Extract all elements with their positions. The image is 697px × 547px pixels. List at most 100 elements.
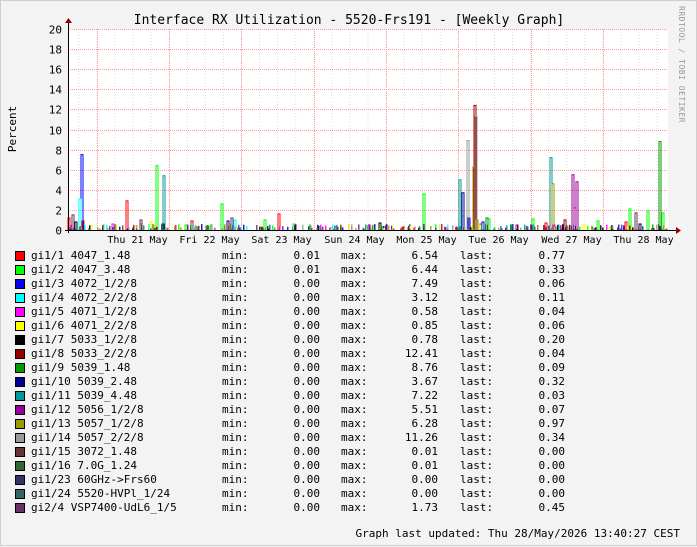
legend-series-name: gi1/13 5057_1/2/8 xyxy=(31,417,144,430)
series-noise xyxy=(128,226,130,230)
legend-row: gi1/5 4071_1/2/8 min: 0.00 max: 0.58 last: 0.0… xyxy=(15,305,575,319)
series-noise xyxy=(627,225,629,230)
legend-row: gi1/12 5056_1/2/8 min: 0.00 max: 5.51 last: 0.… xyxy=(15,403,575,417)
series-noise xyxy=(441,224,443,230)
legend-max-label: max: xyxy=(341,249,368,262)
series-noise xyxy=(569,228,571,230)
series-noise xyxy=(107,227,109,230)
series-noise xyxy=(81,226,83,230)
legend-min-value: 0.00 xyxy=(293,459,321,472)
series-noise xyxy=(214,227,216,230)
series-noise xyxy=(180,227,182,230)
series-noise xyxy=(560,225,562,230)
series-noise xyxy=(79,226,81,230)
series-noise xyxy=(156,226,158,230)
series-noise xyxy=(617,227,619,230)
series-noise xyxy=(606,224,608,230)
series-noise xyxy=(608,226,610,230)
y-tick-label: 2 xyxy=(55,205,62,218)
legend-last-value: 0.06 xyxy=(538,319,566,332)
legend-row: gi1/10 5039_2.48 min: 0.00 max: 3.67 last: 0.3… xyxy=(15,375,575,389)
legend-min-value: 0.00 xyxy=(293,361,321,374)
x-tick-label: Mon 25 May xyxy=(396,235,456,246)
legend-series-name: gi1/15 3072_1.48 xyxy=(31,445,137,458)
series-noise xyxy=(493,228,495,230)
y-axis-arrow xyxy=(65,18,72,23)
legend-swatch xyxy=(15,251,25,261)
legend-min-label: min: xyxy=(222,277,249,290)
legend-max-value: 3.12 xyxy=(411,291,439,304)
legend-swatch xyxy=(15,321,25,331)
legend-max-label: max: xyxy=(341,263,368,276)
legend-last-value: 0.00 xyxy=(538,473,566,486)
legend-series-name: gi1/8 5033_2/2/8 xyxy=(31,347,137,360)
x-tick-label: Sun 24 May xyxy=(324,235,384,246)
y-tick-label: 0 xyxy=(55,225,62,238)
legend-swatch xyxy=(15,391,25,401)
series-noise xyxy=(526,225,528,230)
series-noise xyxy=(267,225,269,230)
series-noise xyxy=(479,224,481,230)
legend-last-value: 0.20 xyxy=(538,333,566,346)
series-noise xyxy=(386,228,388,230)
series-noise xyxy=(272,225,274,230)
legend-min-value: 0.00 xyxy=(293,389,321,402)
legend-min-value: 0.01 xyxy=(293,249,321,262)
legend-series-name: gi1/5 4071_1/2/8 xyxy=(31,305,137,318)
series-noise xyxy=(365,224,367,230)
series-noise xyxy=(165,227,167,230)
legend-max-value: 8.76 xyxy=(411,361,439,374)
series-noise xyxy=(102,225,104,230)
legend-max-label: max: xyxy=(341,501,368,514)
series-noise xyxy=(259,226,261,230)
legend-last-label: last: xyxy=(460,487,494,500)
series-noise xyxy=(294,224,296,230)
legend-row: gi1/15 3072_1.48 min: 0.00 max: 0.01 last: 0.0… xyxy=(15,445,575,459)
legend-min-label: min: xyxy=(222,417,249,430)
legend-min-label: min: xyxy=(222,333,249,346)
series-noise xyxy=(206,225,208,230)
legend-min-value: 0.00 xyxy=(293,431,321,444)
series-noise xyxy=(530,224,532,230)
legend-swatch xyxy=(15,447,25,457)
series-noise xyxy=(462,227,464,230)
series-noise xyxy=(505,227,507,230)
series-noise xyxy=(520,227,522,230)
series-noise xyxy=(413,228,415,230)
legend-swatch xyxy=(15,489,25,499)
legend-row: gi2/4 VSP7400-UdL6_1/5 min: 0.00 max: 1.73 la… xyxy=(15,501,575,515)
legend-last-label: last: xyxy=(460,347,494,360)
legend-max-value: 11.26 xyxy=(404,431,438,444)
y-tick-label: 6 xyxy=(55,165,62,178)
legend-min-label: min: xyxy=(222,361,249,374)
series-noise xyxy=(302,224,304,230)
y-tick-label: 10 xyxy=(49,125,62,138)
series-noise xyxy=(316,227,318,230)
legend-min-value: 0.00 xyxy=(293,375,321,388)
series-noise xyxy=(367,225,369,230)
series-noise xyxy=(423,224,425,230)
legend-last-label: last: xyxy=(460,249,494,262)
legend-series-name: gi1/12 5056_1/2/8 xyxy=(31,403,144,416)
legend-min-value: 0.01 xyxy=(293,263,321,276)
legend-min-label: min: xyxy=(222,431,249,444)
series-noise xyxy=(558,225,560,230)
series-noise xyxy=(579,226,581,230)
legend-last-value: 0.00 xyxy=(538,487,566,500)
legend-series-name: gi1/2 4047_3.48 xyxy=(31,263,131,276)
legend-last-value: 0.45 xyxy=(538,501,566,514)
legend-swatch xyxy=(15,307,25,317)
series-noise xyxy=(500,225,502,230)
legend-last-label: last: xyxy=(460,403,494,416)
series-noise xyxy=(132,228,134,230)
legend-min-label: min: xyxy=(222,445,249,458)
legend-last-label: last: xyxy=(460,291,494,304)
series-noise xyxy=(567,226,569,230)
series-noise xyxy=(320,224,322,230)
series-noise xyxy=(656,224,658,230)
legend-last-label: last: xyxy=(460,333,494,346)
legend-series-name: gi1/16 7.0G_1.24 xyxy=(31,459,137,472)
chart-title: Interface RX Utilization - 5520-Frs191 -… xyxy=(134,13,564,28)
legend-last-label: last: xyxy=(460,361,494,374)
legend-last-value: 0.04 xyxy=(538,347,566,360)
